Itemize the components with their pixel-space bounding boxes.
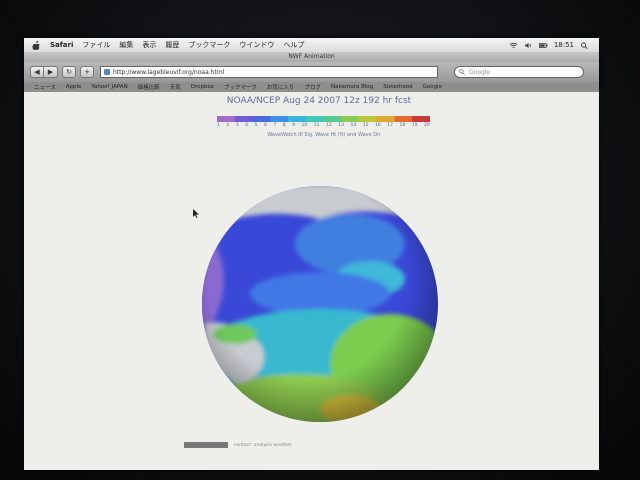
back-button[interactable]: ◀ <box>30 66 44 78</box>
color-scale-tick-label: 15 <box>362 123 369 128</box>
wave-height-globe <box>202 186 438 422</box>
spotlight-icon[interactable] <box>580 42 589 49</box>
menu-view[interactable]: 表示 <box>142 40 156 50</box>
color-scale-tick-label: 14 <box>350 123 357 128</box>
forward-button[interactable]: ▶ <box>44 66 58 78</box>
color-scale-tick-label: 19 <box>411 123 418 128</box>
color-scale-tick-label: 3 <box>235 123 239 128</box>
color-scale-swatch <box>394 116 413 122</box>
favicon-icon <box>104 69 110 75</box>
color-scale-swatch <box>412 116 430 122</box>
add-bookmark-button[interactable]: + <box>80 66 94 78</box>
map-title: NOAA/NCEP Aug 24 2007 12z 192 hr fcst <box>226 96 412 106</box>
color-scale-swatch <box>376 116 395 122</box>
globe-shading <box>202 186 438 422</box>
mouse-cursor-icon <box>193 209 199 218</box>
color-scale-tick-label: 2 <box>226 123 230 128</box>
color-scale-tick-label: 20 <box>424 123 430 128</box>
bookmark-item[interactable]: Yahoo! JAPAN <box>91 84 127 90</box>
color-scale-tick-label: 7 <box>273 123 277 128</box>
reload-button[interactable]: ↻ <box>62 66 76 78</box>
menu-extras: 18:51 <box>509 41 599 49</box>
color-scale-tick-label: 9 <box>292 123 295 128</box>
color-scale-bar <box>217 116 430 122</box>
color-scale-ticks: 1 2 3 4 5 6 7 8 9 10 11 12 13 14 15 16 17 18 19 20 <box>217 123 430 128</box>
color-scale-tick-label: 6 <box>263 123 267 128</box>
color-scale-tick-label: 5 <box>254 123 258 128</box>
bookmark-item[interactable]: 天気 <box>170 83 181 91</box>
menu-file[interactable]: ファイル <box>82 40 110 50</box>
color-scale-tick-label: 13 <box>338 123 344 128</box>
color-scale-swatch <box>234 116 253 122</box>
legend-note: WaveWatch III Sig. Wave Ht (ft) and Wave… <box>267 132 381 138</box>
color-scale-swatch <box>341 116 360 122</box>
apple-menu-icon[interactable] <box>32 40 41 50</box>
bookmark-item[interactable]: Nakamura Blog <box>331 84 373 90</box>
battery-icon[interactable] <box>538 42 548 49</box>
search-placeholder: Google <box>469 69 491 76</box>
bookmark-item[interactable]: 価格比較 <box>138 83 160 91</box>
color-scale-swatch <box>323 116 342 122</box>
menu-history[interactable]: 履歴 <box>165 40 179 50</box>
bookmark-item[interactable]: ブックマーク <box>224 83 257 91</box>
menu-bookmarks[interactable]: ブックマーク <box>188 40 230 50</box>
color-scale-tick-label: 8 <box>282 123 286 128</box>
search-field[interactable]: Google <box>454 66 584 78</box>
menu-bar: Safari ファイル 編集 表示 履歴 ブックマーク ウインドウ ヘルプ 18… <box>24 38 599 52</box>
color-scale-tick-label: 12 <box>326 123 332 128</box>
search-icon <box>459 69 465 75</box>
color-scale-swatch <box>359 116 378 122</box>
color-scale-tick-label: 16 <box>375 123 381 128</box>
color-scale-swatch <box>252 116 271 122</box>
footer-badge[interactable] <box>184 442 228 448</box>
color-scale-tick-label: 1 <box>217 123 220 128</box>
color-scale-tick-label: 11 <box>313 123 320 128</box>
address-bar[interactable]: http://www.lagebleuvif.org/noaa.html <box>100 66 438 78</box>
color-scale-swatch <box>288 116 307 122</box>
address-bar-text: http://www.lagebleuvif.org/noaa.html <box>113 69 225 76</box>
bookmark-item[interactable]: お気に入り <box>267 83 295 91</box>
menu-edit[interactable]: 編集 <box>119 40 133 50</box>
browser-toolbar: ◀ ▶ ↻ + http://www.lagebleuvif.org/noaa.… <box>24 62 599 82</box>
wifi-icon[interactable] <box>509 42 518 49</box>
bookmark-item[interactable]: Dropbox <box>191 84 214 90</box>
bookmark-item[interactable]: Google <box>423 84 442 90</box>
color-scale-swatch <box>270 116 289 122</box>
bookmark-item[interactable]: ブログ <box>304 83 321 91</box>
web-page: NOAA/NCEP Aug 24 2007 12z 192 hr fcst 12… <box>24 92 599 470</box>
color-scale-tick-label: 18 <box>399 123 406 128</box>
page-footer: contact: analysis weather <box>184 442 292 448</box>
color-scale-swatch <box>305 116 324 122</box>
color-scale-tick-label: 10 <box>301 123 308 128</box>
bookmarks-bar: ニュース Apple Yahoo! JAPAN 価格比較 天気 Dropbox … <box>24 82 599 92</box>
color-scale-tick-label: 4 <box>245 123 249 128</box>
volume-icon[interactable] <box>524 42 533 49</box>
bookmark-item[interactable]: ニュース <box>34 83 56 91</box>
menu-app-name[interactable]: Safari <box>50 41 73 49</box>
window-title: NWF Animation <box>24 52 599 62</box>
menu-clock[interactable]: 18:51 <box>554 41 574 49</box>
menu-window[interactable]: ウインドウ <box>239 40 274 50</box>
color-scale-swatch <box>217 116 236 122</box>
color-scale-tick-label: 17 <box>387 123 393 128</box>
screen: Safari ファイル 編集 表示 履歴 ブックマーク ウインドウ ヘルプ 18… <box>24 38 599 470</box>
bookmark-item[interactable]: Sisterhood <box>383 84 412 90</box>
nav-buttons: ◀ ▶ <box>30 66 58 78</box>
menu-help[interactable]: ヘルプ <box>283 40 304 50</box>
bookmark-item[interactable]: Apple <box>66 84 82 90</box>
footer-text: contact: analysis weather <box>234 442 292 448</box>
